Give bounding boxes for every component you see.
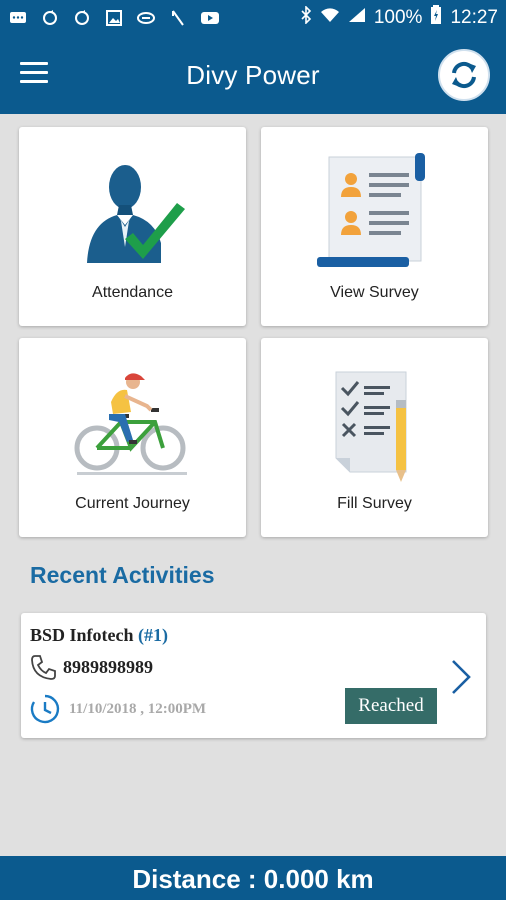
current-journey-label: Current Journey (75, 495, 190, 512)
battery-icon (430, 5, 442, 31)
chevron-right-icon[interactable] (450, 659, 472, 695)
app-bar: Divy Power (0, 36, 506, 114)
view-survey-label: View Survey (330, 284, 419, 301)
checklist-icon (335, 371, 406, 482)
status-bar: 100% 12:27 (0, 0, 506, 36)
attendance-icon (86, 165, 185, 263)
time-row: 11/10/2018 , 12:00PM (29, 693, 206, 725)
message-icon (8, 9, 28, 27)
survey-document-icon (316, 153, 425, 267)
bluetooth-icon (300, 5, 312, 30)
phone-number: 8989898989 (63, 656, 153, 677)
wifi-icon (320, 7, 340, 29)
fill-survey-label: Fill Survey (337, 495, 412, 512)
view-survey-card[interactable]: View Survey (261, 127, 488, 326)
link-icon (136, 9, 156, 27)
phone-icon (31, 655, 56, 680)
refresh-icon (452, 61, 476, 89)
status-badge: Reached (345, 688, 437, 724)
clock-icon (30, 694, 60, 724)
page-title: Divy Power (186, 60, 320, 90)
fill-survey-card[interactable]: Fill Survey (261, 338, 488, 537)
current-journey-card[interactable]: Current Journey (19, 338, 246, 537)
distance-bar: Distance : 0.000 km (0, 856, 506, 900)
recent-activities-title: Recent Activities (30, 562, 215, 588)
clock: 12:27 (450, 7, 498, 28)
attendance-card[interactable]: Attendance (19, 127, 246, 326)
sync-notification-icon-2 (72, 9, 92, 27)
video-icon (200, 9, 220, 27)
activity-card[interactable]: BSD Infotech (#1) 8989898989 11/10/2018 … (21, 613, 486, 738)
sync-button[interactable] (438, 49, 490, 101)
signal-icon (348, 7, 366, 29)
activity-title: BSD Infotech (#1) (30, 625, 168, 646)
bicycle-icon (74, 373, 187, 475)
image-icon (104, 9, 124, 27)
company-name: BSD Infotech (30, 625, 134, 645)
sync-notification-icon (40, 9, 60, 27)
phone-row: 8989898989 (29, 653, 153, 681)
battery-percent: 100% (373, 7, 423, 28)
activity-datetime: 11/10/2018 , 12:00PM (69, 700, 207, 717)
tool-icon (168, 9, 188, 27)
activity-number: (#1) (138, 625, 169, 645)
attendance-label: Attendance (92, 284, 173, 301)
